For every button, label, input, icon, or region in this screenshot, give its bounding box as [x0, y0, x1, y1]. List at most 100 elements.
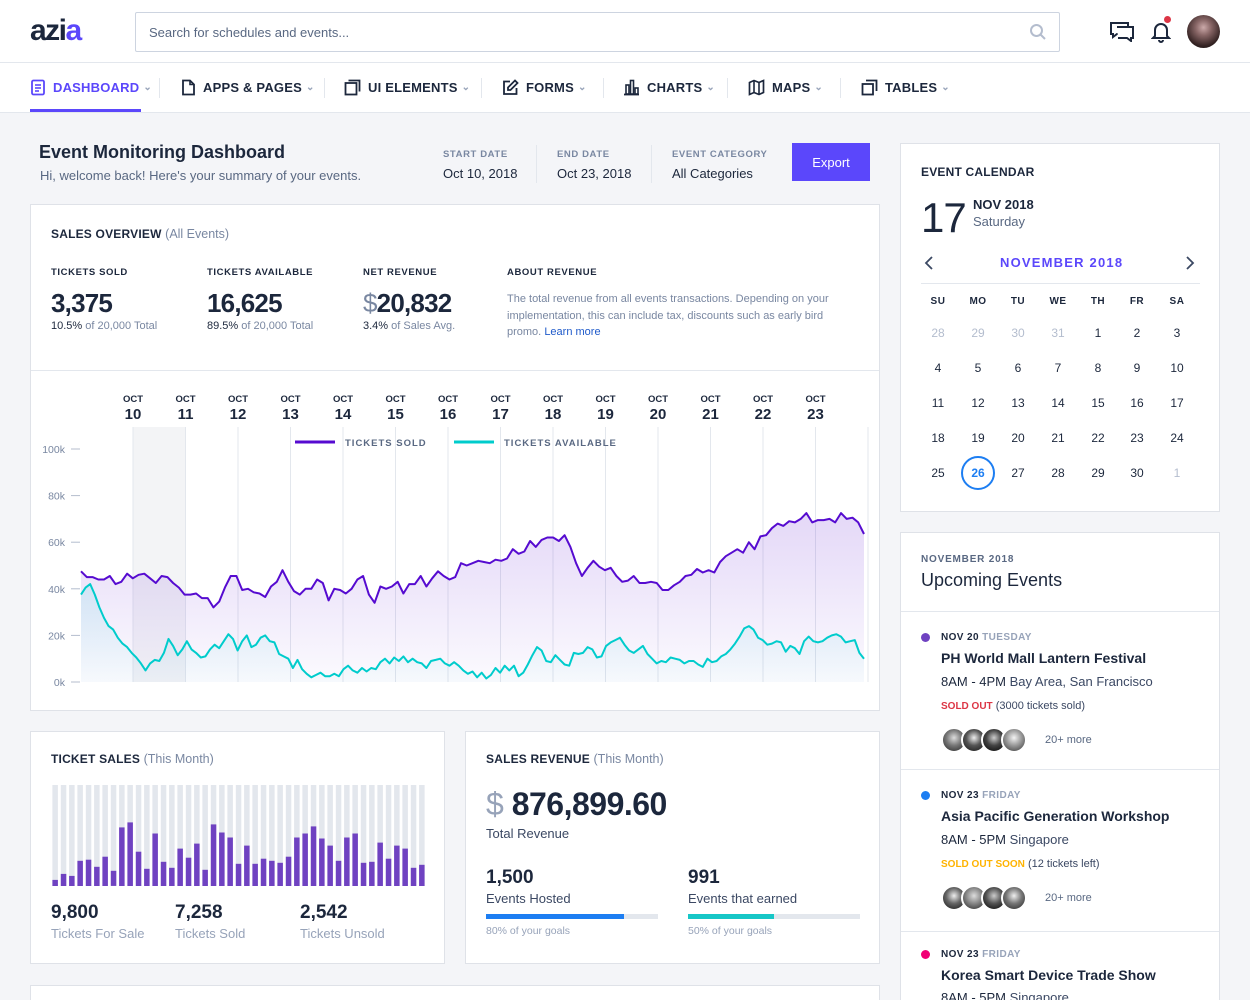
calendar-day[interactable]: 28	[1038, 466, 1078, 480]
card-title: Sales Revenue (This Month)	[486, 752, 664, 766]
bar	[227, 837, 233, 886]
calendar-day[interactable]: 31	[1038, 326, 1078, 340]
stat-value: 7,258	[175, 902, 223, 923]
end-date-filter[interactable]: End Date Oct 23, 2018	[557, 149, 631, 181]
nav-dashboard[interactable]: Dashboard ⌄	[30, 63, 152, 112]
chevron-down-icon: ⌄	[706, 82, 715, 93]
search-icon[interactable]	[1029, 23, 1047, 44]
event-name[interactable]: Korea Smart Device Trade Show	[941, 967, 1156, 983]
calendar-day[interactable]: 4	[918, 361, 958, 375]
nav-divider	[603, 78, 604, 98]
calendar-day[interactable]: 7	[1038, 361, 1078, 375]
export-button[interactable]: Export	[792, 143, 870, 181]
calendar-day[interactable]: 15	[1078, 396, 1118, 410]
nav-label: Apps & Pages	[203, 80, 302, 95]
chevron-right-icon[interactable]	[1185, 256, 1195, 273]
more-attendees[interactable]: 20+ more	[1045, 734, 1092, 746]
event-category-filter[interactable]: Event Category All Categories	[672, 149, 768, 181]
calendar-day[interactable]: 19	[958, 431, 998, 445]
calendar-day[interactable]: 12	[958, 396, 998, 410]
edit-icon	[502, 79, 519, 96]
bar	[202, 869, 208, 886]
calendar-day[interactable]: 16	[1117, 396, 1157, 410]
big-day: 17	[921, 194, 967, 241]
x-tick-day: 12	[230, 406, 247, 423]
calendar-day[interactable]: 30	[1117, 466, 1157, 480]
brand-logo[interactable]: azia	[30, 14, 82, 48]
calendar-day[interactable]: 10	[1157, 361, 1197, 375]
y-tick-label: 60k	[48, 537, 66, 549]
nav-charts[interactable]: Charts ⌄	[623, 63, 715, 112]
calendar-day[interactable]: 18	[918, 431, 958, 445]
nav-ui-elements[interactable]: UI Elements ⌄	[344, 63, 470, 112]
chevron-down-icon: ⌄	[814, 82, 823, 93]
calendar-day[interactable]: 23	[1117, 431, 1157, 445]
calendar-day[interactable]: 9	[1117, 361, 1157, 375]
legend-label-available: TICKETS AVAILABLE	[504, 438, 617, 449]
nav-forms[interactable]: Forms ⌄	[502, 63, 587, 112]
bar-chart-icon	[623, 79, 640, 96]
event-status: Sold Out Soon (12 tickets left)	[941, 858, 1100, 870]
calendar-day[interactable]: 1	[1157, 466, 1197, 480]
calendar-day[interactable]: 14	[1038, 396, 1078, 410]
bar	[310, 826, 317, 886]
user-avatar[interactable]	[1187, 15, 1220, 48]
calendar-dow: TU	[1010, 296, 1026, 307]
learn-more-link[interactable]: Learn more	[544, 326, 600, 338]
bar	[369, 861, 375, 886]
x-tick-month: OCT	[175, 394, 195, 405]
event-name[interactable]: Asia Pacific Generation Workshop	[941, 808, 1169, 824]
chevron-down-icon: ⌄	[941, 82, 950, 93]
calendar-dow: SA	[1169, 296, 1185, 307]
calendar-day[interactable]: 8	[1078, 361, 1118, 375]
calendar-day[interactable]: 11	[918, 396, 958, 410]
calendar-day[interactable]: 29	[1078, 466, 1118, 480]
attendee-avatars[interactable]	[941, 727, 1041, 753]
calendar-day[interactable]: 21	[1038, 431, 1078, 445]
calendar-day[interactable]: 17	[1157, 396, 1197, 410]
nav-apps-pages[interactable]: Apps & Pages ⌄	[181, 63, 315, 112]
stat-sold: 7,258 Tickets Sold	[175, 902, 245, 941]
search-box	[135, 12, 1060, 52]
hosted-note: 80% of your goals	[486, 925, 571, 937]
calendar-day[interactable]: 29	[958, 326, 998, 340]
calendar-day[interactable]: 27	[998, 466, 1038, 480]
earned-note: 50% of your goals	[688, 925, 773, 937]
month-year: Nov 2018	[973, 197, 1034, 212]
calendar-day[interactable]: 1	[1078, 326, 1118, 340]
selected-day-ring	[961, 456, 995, 490]
divider	[901, 931, 1219, 932]
calendar-day[interactable]: 22	[1078, 431, 1118, 445]
calendar-day[interactable]: 2	[1117, 326, 1157, 340]
nav-label: Forms	[526, 80, 574, 95]
calendar-day[interactable]: 24	[1157, 431, 1197, 445]
stat-value: 2,542	[300, 902, 348, 923]
chevron-left-icon[interactable]	[924, 256, 934, 273]
x-tick-month: OCT	[543, 394, 563, 405]
copy-icon	[861, 79, 878, 96]
bell-icon[interactable]	[1150, 21, 1172, 46]
start-date-filter[interactable]: Start Date Oct 10, 2018	[443, 149, 517, 181]
attendee-avatars[interactable]	[941, 885, 1041, 911]
nav-tables[interactable]: Tables ⌄	[861, 63, 950, 112]
events-earned: 991 Events that earned	[688, 867, 797, 906]
upcoming-events-card: November 2018 Upcoming Events Nov 20 Tue…	[900, 532, 1220, 1000]
calendar-day[interactable]: 30	[998, 326, 1038, 340]
ticket-sales-bar-chart	[52, 785, 425, 886]
event-name[interactable]: PH World Mall Lantern Festival	[941, 650, 1146, 666]
calendar-day[interactable]: 25	[918, 466, 958, 480]
ticket-sales-card: Ticket Sales (This Month) 9,800 Tickets …	[30, 731, 445, 964]
bar	[60, 873, 67, 886]
more-attendees[interactable]: 20+ more	[1045, 892, 1092, 904]
calendar-day[interactable]: 5	[958, 361, 998, 375]
chat-icon[interactable]	[1109, 20, 1135, 45]
bar	[77, 860, 83, 886]
calendar-day[interactable]: 28	[918, 326, 958, 340]
search-input[interactable]	[136, 13, 1016, 51]
nav-maps[interactable]: Maps ⌄	[748, 63, 823, 112]
calendar-day[interactable]: 20	[998, 431, 1038, 445]
calendar-day[interactable]: 3	[1157, 326, 1197, 340]
calendar-day[interactable]: 6	[998, 361, 1038, 375]
calendar-day[interactable]: 13	[998, 396, 1038, 410]
y-tick-label: 40k	[48, 584, 66, 596]
